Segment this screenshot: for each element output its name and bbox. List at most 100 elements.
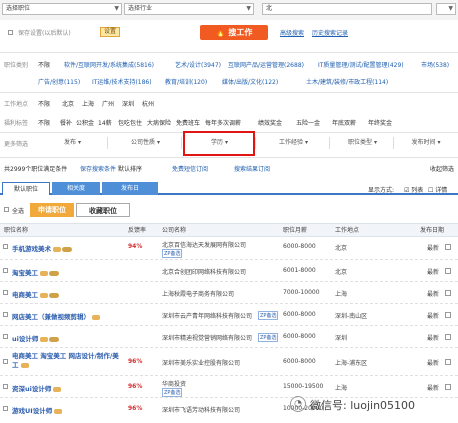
collapse-filters-link[interactable]: 收起筛选 [430,164,454,173]
benefit-item[interactable]: 公积金 [76,118,94,127]
location-item[interactable]: 不限 [38,99,50,108]
job-title-link[interactable]: 电商美工 [12,289,59,299]
row-checkbox[interactable] [3,406,8,411]
table-row[interactable]: 手机游戏美术 94% 北京百信海达天发展网有限公司 ZP备选 6000-8000… [0,238,458,260]
location-item[interactable]: 深圳 [122,99,134,108]
benefit-item[interactable]: 免费班车 [176,118,200,127]
company-link[interactable]: 深圳市飞语芳动科技有限公司 [162,405,240,414]
favorite-job-button[interactable]: 收藏职位 [76,203,130,217]
chevron-down-icon[interactable] [445,244,451,250]
search-jobs-button[interactable]: 🔥 搜工作 [200,25,268,40]
function-item[interactable]: 艺术/设计(3947) [175,60,221,69]
function-item[interactable]: 互联网产品/运营管理(2688) [228,60,304,69]
function-item[interactable]: 不限 [38,60,50,69]
industry-select[interactable]: 选择行业 ▼ [124,3,254,15]
benefit-item[interactable]: 年底双薪 [332,118,356,127]
function-item[interactable]: 媒体/出版/文化(122) [222,77,278,86]
table-row[interactable]: 电商美工 上海秋霞电子商务有限公司 7000-10000 上海 最新 [0,282,458,304]
company-link[interactable]: 深圳市精迪视觉营销网络有限公司 [162,333,252,342]
job-title-link[interactable]: 淘宝美工 [12,267,59,277]
company-link[interactable]: 北京百信海达天发展网有限公司 [162,240,246,249]
dropdown-company-type[interactable]: 公司性质 ▾ [110,137,182,149]
sort-select[interactable]: 默认排序 [118,164,142,173]
company-link[interactable]: 上海秋霞电子商务有限公司 [162,289,234,298]
chevron-down-icon[interactable] [445,359,451,365]
job-title-link[interactable]: 网店美工（兼做视频剪辑） [12,311,100,321]
job-title-link[interactable]: 资深ui设计师 [12,383,62,393]
function-item[interactable]: 广告/创意(115) [38,77,80,86]
save-search-link[interactable]: 保存搜索条件 [80,164,116,173]
company-link[interactable]: 深圳市云产青年网络科技有限公司 [162,311,252,320]
table-row[interactable]: ui设计师 深圳市精迪视觉营销网络有限公司 ZP备选 6000-8000 深圳 … [0,326,458,348]
city-select[interactable]: ▼ [436,3,456,15]
row-checkbox[interactable] [3,334,8,339]
location-item[interactable]: 北京 [62,99,74,108]
table-row[interactable]: 电商美工 淘宝美工 网店设计/制作/美工 96% 深圳市美乐实业控股有限公司 6… [0,348,458,376]
benefit-item[interactable]: 14薪 [98,118,112,127]
location: 上海 [335,291,348,298]
benefit-item[interactable]: 包吃包住 [118,118,142,127]
row-checkbox[interactable] [3,312,8,317]
function-item[interactable]: IT质量管理/测试/配置管理(429) [318,60,404,69]
function-item[interactable]: IT运维/技术支持(186) [92,77,152,86]
function-item[interactable]: 土木/建筑/装修/市政工程(114) [306,77,388,86]
location-item[interactable]: 杭州 [142,99,154,108]
company-link[interactable]: 深圳市美乐实业控股有限公司 [162,358,240,367]
benefit-item[interactable]: 五险一金 [296,118,320,127]
company-link[interactable]: 北京合创团印网络科技有限公司 [162,267,246,276]
tab-relevance[interactable]: 相关度 [52,182,100,195]
table-row[interactable]: 网店美工（兼做视频剪辑） 深圳市云产青年网络科技有限公司 ZP备选 6000-8… [0,304,458,326]
advanced-search-link[interactable]: 高级搜索 [280,28,304,37]
view-list-option[interactable]: ☑ 列表 [404,185,423,194]
publish-date: 最新 [427,313,440,320]
job-title-link[interactable]: ui设计师 [12,333,60,343]
row-checkbox[interactable] [3,290,8,295]
email-subscribe-link[interactable]: 搜索结果订阅 [234,164,270,173]
job-title-link[interactable]: 手机游戏美术 [12,243,72,253]
search-history-link[interactable]: 历史搜索记录 [312,28,348,37]
benefit-item[interactable]: 餐补 [60,118,72,127]
chevron-down-icon[interactable] [445,334,451,340]
tab-label: 发布日 [120,185,139,192]
benefit-item[interactable]: 绩效奖金 [258,118,282,127]
location-item[interactable]: 上海 [82,99,94,108]
sms-subscribe-link[interactable]: 免费短信订阅 [172,164,208,173]
settings-button[interactable]: 设置 [100,27,121,37]
flame-icon: 🔥 [215,28,226,37]
function-item[interactable]: 教育/培训(120) [165,77,207,86]
apply-job-button[interactable]: 申请职位 [30,203,74,217]
view-detail-option[interactable]: ☐ 详情 [428,185,447,194]
column-header: 职位名称 [4,227,29,234]
job-title-link[interactable]: 电商美工 淘宝美工 网店设计/制作/美工 [12,352,122,370]
tab-default[interactable]: 默认职位 [2,182,50,195]
chevron-down-icon[interactable] [445,290,451,296]
dropdown-publish-time[interactable]: 发布时间 ▾ [396,137,456,149]
table-row[interactable]: 淘宝美工 北京合创团印网络科技有限公司 6001-8000 北京 最新 [0,260,458,282]
row-checkbox[interactable] [3,268,8,273]
tab-date[interactable]: 发布日 [102,182,158,195]
publish-date: 最新 [427,385,440,392]
dropdown-job-type[interactable]: 职位类型 ▾ [332,137,394,149]
benefit-item[interactable]: 大病保险 [147,118,171,127]
company-link[interactable]: 华商投资 [162,379,186,388]
city-input[interactable]: 北 [262,3,432,15]
function-item[interactable]: 市场(538) [421,60,449,69]
dropdown-publish[interactable]: 发布 ▾ [38,137,108,149]
save-settings-checkbox[interactable] [8,30,13,35]
chevron-down-icon[interactable] [445,384,451,390]
benefit-item[interactable]: 不限 [38,118,50,127]
chevron-down-icon[interactable] [445,268,451,274]
dropdown-experience[interactable]: 工作经验 ▾ [258,137,330,149]
row-checkbox[interactable] [3,359,8,364]
select-all-checkbox[interactable] [4,207,9,212]
row-checkbox[interactable] [3,384,8,389]
benefit-item[interactable]: 每年多次调薪 [205,118,241,127]
badge-icon [53,386,62,392]
chevron-down-icon[interactable] [445,312,451,318]
function-item[interactable]: 软件/互联网开发/系统集成(5816) [64,60,154,69]
location-item[interactable]: 广州 [102,99,114,108]
function-select[interactable]: 选择职位 ▼ [2,3,122,15]
job-title-link[interactable]: 游戏UI设计师 [12,405,63,415]
benefit-item[interactable]: 年终奖金 [368,118,392,127]
row-checkbox[interactable] [3,244,8,249]
